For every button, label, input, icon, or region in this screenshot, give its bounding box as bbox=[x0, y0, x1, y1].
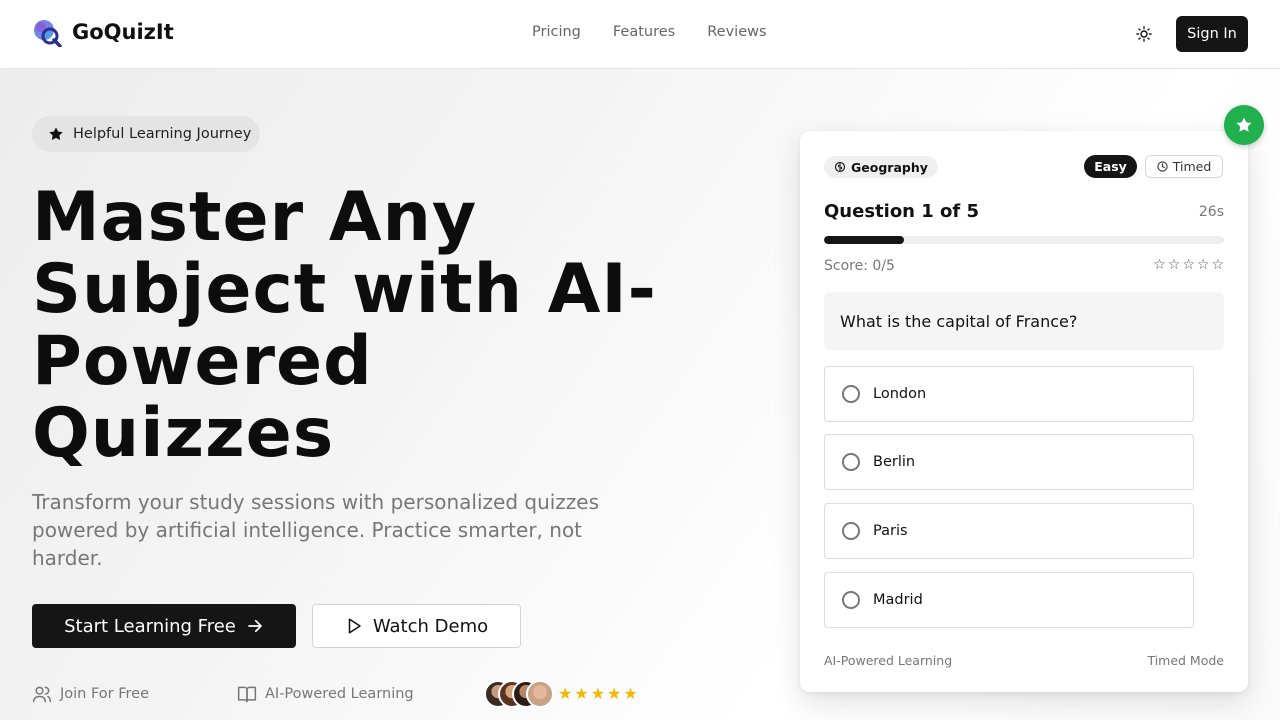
user-avatars bbox=[484, 680, 554, 708]
nav-link-features[interactable]: Features bbox=[613, 24, 675, 40]
answer-option-london[interactable]: London bbox=[824, 366, 1194, 422]
brand-logo[interactable]: GoQuizIt bbox=[32, 17, 174, 47]
answer-option-paris[interactable]: Paris bbox=[824, 503, 1194, 559]
answer-label: London bbox=[873, 386, 927, 402]
quiz-preview-card: Geography Easy Timed Question 1 of 5 26s… bbox=[800, 131, 1248, 692]
arrow-right-icon bbox=[248, 619, 262, 633]
rating-star-icon: ★ bbox=[590, 684, 606, 703]
brain-logo-icon bbox=[34, 20, 62, 47]
question-text: What is the capital of France? bbox=[824, 292, 1224, 350]
pill-label: Helpful Learning Journey bbox=[73, 126, 252, 142]
main-nav: Pricing Features Reviews bbox=[532, 24, 767, 40]
countdown-timer: 26s bbox=[1198, 204, 1224, 220]
score-star-icon: ☆ bbox=[1196, 257, 1210, 273]
play-icon bbox=[348, 618, 361, 634]
hero-headline: Master Any Subject with AI-Powered Quizz… bbox=[32, 178, 657, 473]
brain-icon bbox=[834, 161, 846, 173]
question-counter: Question 1 of 5 bbox=[824, 201, 980, 222]
brand-name: GoQuizIt bbox=[72, 20, 174, 44]
star-icon bbox=[1236, 117, 1252, 132]
hero-subheading: Transform your study sessions with perso… bbox=[32, 490, 600, 570]
card-footer-left: AI-Powered Learning bbox=[824, 653, 953, 668]
users-icon bbox=[32, 686, 52, 703]
sign-in-button[interactable]: Sign In bbox=[1176, 16, 1248, 52]
feature-row: Join For Free AI-Powered Learning ★ ★ ★ ★ ★ bbox=[32, 680, 638, 708]
top-navbar: GoQuizIt Pricing Features Reviews Sign I… bbox=[0, 0, 1280, 69]
topic-badge: Geography bbox=[824, 156, 938, 178]
timed-badge-label: Timed bbox=[1172, 159, 1212, 174]
score-stars: ☆ ☆ ☆ ☆ ☆ bbox=[1153, 257, 1224, 273]
progress-bar bbox=[824, 236, 1224, 244]
radio-button[interactable] bbox=[842, 385, 860, 403]
answer-label: Madrid bbox=[873, 592, 923, 608]
answer-label: Paris bbox=[873, 523, 908, 539]
radio-button[interactable] bbox=[842, 522, 860, 540]
avatar bbox=[526, 680, 554, 708]
answer-option-madrid[interactable]: Madrid bbox=[824, 572, 1194, 628]
timed-badge: Timed bbox=[1145, 155, 1223, 178]
sun-icon bbox=[1136, 26, 1152, 42]
difficulty-badge: Easy bbox=[1084, 155, 1137, 178]
answer-label: Berlin bbox=[873, 454, 916, 470]
score-star-icon: ☆ bbox=[1211, 257, 1224, 273]
rating-star-icon: ★ bbox=[623, 684, 638, 703]
feature-join-free-label: Join For Free bbox=[60, 686, 150, 702]
progress-bar-fill bbox=[824, 236, 904, 244]
rating-star-icon: ★ bbox=[574, 684, 589, 703]
score-star-icon: ☆ bbox=[1153, 257, 1166, 273]
score-star-icon: ☆ bbox=[1182, 257, 1195, 273]
start-learning-label: Start Learning Free bbox=[64, 615, 236, 637]
favorite-star-button[interactable] bbox=[1224, 105, 1264, 145]
clock-icon bbox=[1157, 161, 1168, 172]
nav-link-pricing[interactable]: Pricing bbox=[532, 24, 581, 40]
radio-button[interactable] bbox=[842, 453, 860, 471]
radio-button[interactable] bbox=[842, 591, 860, 609]
nav-link-reviews[interactable]: Reviews bbox=[707, 24, 766, 40]
watch-demo-button[interactable]: Watch Demo bbox=[312, 604, 521, 648]
feature-ai-learning-label: AI-Powered Learning bbox=[265, 686, 414, 702]
star-icon bbox=[49, 127, 63, 140]
score-text: Score: 0/5 bbox=[824, 258, 895, 274]
score-star-icon: ☆ bbox=[1167, 257, 1181, 273]
start-learning-button[interactable]: Start Learning Free bbox=[32, 604, 296, 648]
watch-demo-label: Watch Demo bbox=[372, 615, 489, 637]
answer-option-berlin[interactable]: Berlin bbox=[824, 434, 1194, 490]
rating-stars: ★ ★ ★ ★ ★ bbox=[558, 685, 638, 703]
feature-ai-learning: AI-Powered Learning bbox=[237, 680, 414, 708]
card-footer-right: Timed Mode bbox=[1147, 653, 1224, 668]
feature-join-free: Join For Free bbox=[32, 680, 149, 708]
rating-star-icon: ★ bbox=[607, 684, 622, 703]
book-open-icon bbox=[237, 686, 257, 703]
journey-pill: Helpful Learning Journey bbox=[32, 116, 260, 152]
rating-star-icon: ★ bbox=[558, 684, 573, 703]
topic-label: Geography bbox=[851, 159, 928, 175]
theme-toggle-button[interactable] bbox=[1134, 24, 1154, 44]
